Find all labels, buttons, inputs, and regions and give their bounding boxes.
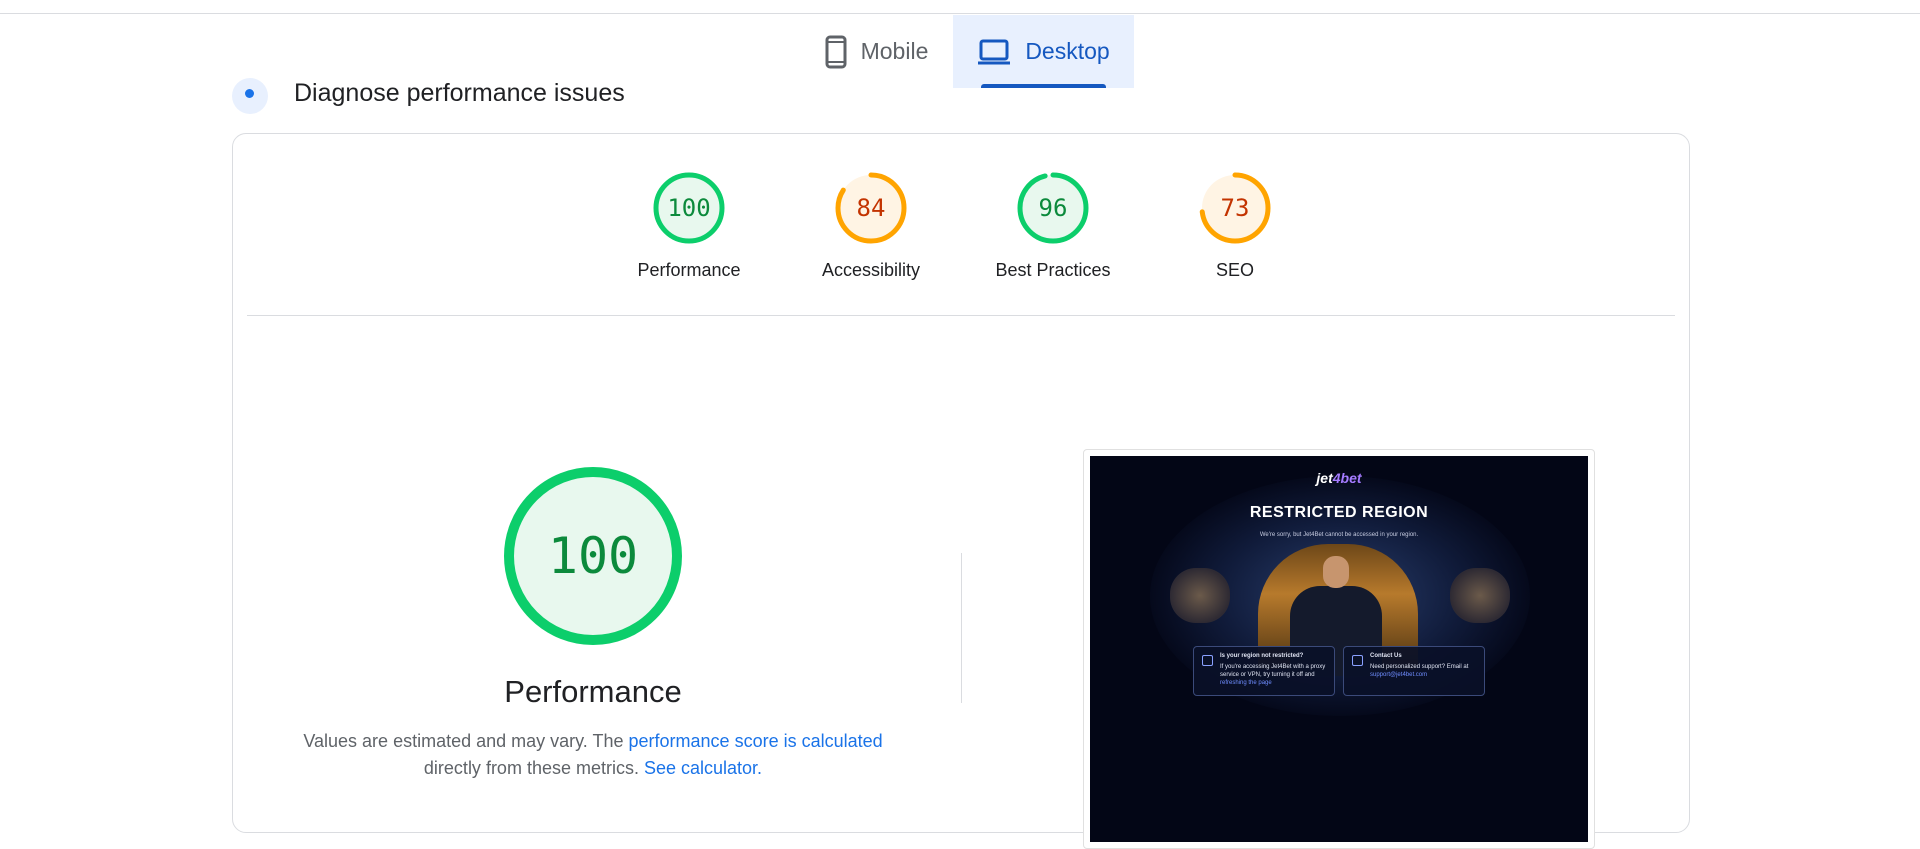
gauge-score: 84 [856, 194, 886, 222]
section-title: Diagnose performance issues [294, 78, 625, 107]
gauge-seo[interactable]: 73 SEO [1165, 170, 1305, 281]
tab-mobile-label: Mobile [860, 38, 929, 64]
screenshot-box-contact: Contact Us Need personalized support? Em… [1343, 646, 1485, 696]
gauge-score: 100 [667, 194, 711, 222]
screenshot-person-head [1323, 556, 1349, 588]
logo-text: jet [1316, 470, 1333, 486]
gauge-label: SEO [1215, 260, 1254, 280]
tab-mobile[interactable]: Mobile [800, 15, 953, 88]
box-text: Need personalized support? Email at [1370, 664, 1469, 670]
screenshot-window-right [1450, 568, 1510, 623]
top-divider [0, 13, 1920, 14]
screenshot-box-region: Is your region not restricted? If you're… [1193, 646, 1335, 696]
performance-title: Performance [504, 674, 682, 709]
screenshot-image: jet4bet RESTRICTED REGION We're sorry, b… [1090, 456, 1588, 842]
performance-big-gauge: 100 [501, 464, 685, 648]
gauges-divider [247, 315, 1675, 316]
laptop-icon [978, 39, 1011, 64]
section-header: Diagnose performance issues [232, 72, 625, 114]
logo-accent: 4bet [1332, 470, 1362, 486]
gauge-label: Accessibility [821, 260, 921, 280]
gauge-label: Performance [637, 260, 741, 280]
box-title: Contact Us [1370, 653, 1402, 659]
performance-summary: 100 Performance Values are estimated and… [233, 464, 953, 782]
device-tabs: Mobile Desktop [800, 15, 1134, 88]
screenshot-subtext: We're sorry, but Jet4Bet cannot be acces… [1259, 532, 1419, 538]
tab-desktop[interactable]: Desktop [953, 15, 1134, 88]
tab-desktop-label: Desktop [1025, 38, 1110, 64]
box-link: refreshing the page [1220, 680, 1272, 686]
desc-text: Values are estimated and may vary. The [303, 731, 629, 751]
see-calculator-link[interactable]: See calculator. [644, 758, 762, 778]
gauge-score: 73 [1220, 194, 1250, 222]
desc-text: directly from these metrics. [423, 758, 644, 778]
gauge-best-practices[interactable]: 96 Best Practices [983, 170, 1123, 281]
mail-icon [1352, 655, 1363, 666]
summary-divider [961, 553, 962, 703]
box-text: If you're accessing Jet4Bet with a proxy… [1220, 664, 1326, 678]
screenshot-headline: RESTRICTED REGION [1249, 504, 1429, 521]
performance-big-score: 100 [547, 527, 639, 585]
gauge-score: 96 [1038, 194, 1068, 222]
diagnose-icon [232, 78, 268, 114]
score-calculated-link[interactable]: performance score is calculated [629, 731, 883, 751]
report-card: 100 Performance 84 Accessibility 96 Best… [232, 133, 1690, 849]
location-icon [1202, 655, 1213, 666]
box-title: Is your region not restricted? [1220, 653, 1304, 659]
performance-description: Values are estimated and may vary. The p… [233, 728, 953, 782]
box-link: support@jet4bet.com [1370, 672, 1428, 678]
phone-icon [825, 35, 847, 68]
screenshot-logo: jet4bet [1090, 470, 1588, 486]
screenshot-window-left [1170, 568, 1230, 623]
gauge-label: Best Practices [995, 260, 1111, 280]
gauge-performance[interactable]: 100 Performance [619, 170, 759, 281]
final-screenshot[interactable]: jet4bet RESTRICTED REGION We're sorry, b… [1083, 449, 1595, 849]
gauge-accessibility[interactable]: 84 Accessibility [801, 170, 941, 281]
